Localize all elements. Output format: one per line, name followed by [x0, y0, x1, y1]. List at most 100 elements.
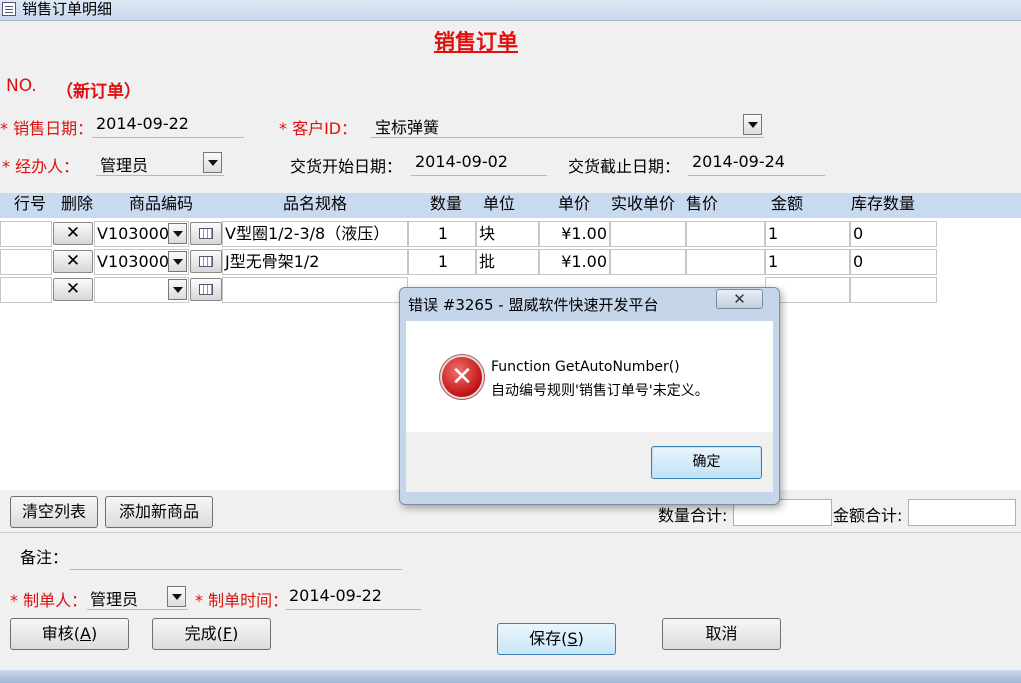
row2-actual-price[interactable]: [610, 249, 686, 275]
complete-label: 完成(F): [184, 624, 239, 643]
row2-quantity[interactable]: 1: [408, 249, 476, 275]
customer-id-value: 宝标弹簧: [375, 118, 440, 137]
row1-row-no[interactable]: [0, 221, 52, 247]
row2-unit[interactable]: 批: [476, 249, 539, 275]
remarks-field[interactable]: [70, 545, 402, 570]
row2-quantity-value: 1: [437, 252, 449, 271]
grid-lookup-icon: [199, 228, 213, 239]
col-header-delete: 删除: [61, 194, 94, 213]
sale-date-label: * 销售日期：: [0, 119, 94, 138]
row2-product-code-value: V103000: [97, 252, 170, 271]
row2-lookup-button[interactable]: [190, 250, 222, 273]
review-button[interactable]: 审核(A): [10, 618, 129, 650]
delivery-end-label: 交货截止日期：: [568, 157, 681, 176]
row3-stock[interactable]: [850, 277, 937, 303]
row2-row-no[interactable]: [0, 249, 52, 275]
grid-lookup-icon: [199, 284, 213, 295]
window-bottom-strip: [0, 670, 1021, 683]
make-time-label: * 制单时间：: [195, 591, 289, 610]
row1-quantity-value: 1: [437, 224, 449, 243]
amount-total-label: 金额合计:: [833, 506, 903, 525]
handler-combo[interactable]: 管理员: [96, 151, 224, 176]
row1-product-code[interactable]: V103000: [94, 221, 189, 247]
handler-value: 管理员: [100, 156, 149, 175]
dialog-footer: 确定: [406, 432, 773, 492]
make-time-field[interactable]: 2014-09-22: [286, 585, 421, 610]
customer-dropdown-button[interactable]: [743, 114, 762, 135]
maker-value: 管理员: [90, 590, 139, 609]
save-label: 保存(S): [529, 629, 584, 648]
dialog-message-line1: Function GetAutoNumber(): [491, 359, 680, 375]
dialog-ok-button[interactable]: 确定: [651, 446, 762, 479]
row2-amount[interactable]: 1: [765, 249, 850, 275]
sale-date-field[interactable]: 2014-09-22: [92, 113, 244, 138]
handler-dropdown-button[interactable]: [203, 152, 222, 173]
row1-quantity[interactable]: 1: [408, 221, 476, 247]
complete-button[interactable]: 完成(F): [152, 618, 271, 650]
row2-delete-button[interactable]: ✕: [53, 250, 93, 273]
row3-product-code[interactable]: [94, 277, 189, 303]
maker-combo[interactable]: 管理员: [87, 585, 188, 610]
delivery-end-value: 2014-09-24: [692, 152, 785, 171]
row3-code-dropdown[interactable]: [168, 279, 187, 300]
row2-code-dropdown[interactable]: [168, 251, 187, 272]
col-header-amount: 金额: [771, 194, 804, 213]
dialog-body: ✕ Function GetAutoNumber() 自动编号规则'销售订单号'…: [406, 321, 773, 432]
row1-delete-button[interactable]: ✕: [53, 222, 93, 245]
customer-id-combo[interactable]: 宝标弹簧: [370, 113, 764, 138]
row2-unit-price-value: ¥1.00: [561, 252, 607, 271]
row2-sale-price[interactable]: [686, 249, 765, 275]
review-label: 审核(A): [41, 624, 98, 643]
delivery-start-label: 交货开始日期：: [290, 157, 403, 176]
row2-unit-price[interactable]: ¥1.00: [539, 249, 610, 275]
dialog-close-button[interactable]: ✕: [716, 289, 763, 309]
sale-date-value: 2014-09-22: [96, 114, 189, 133]
amount-total-field[interactable]: [908, 499, 1016, 526]
row1-actual-price[interactable]: [610, 221, 686, 247]
close-icon: ✕: [733, 290, 746, 308]
col-header-unit: 单位: [483, 194, 516, 213]
col-header-name-spec: 品名规格: [283, 194, 348, 213]
row3-name-spec[interactable]: [222, 277, 408, 303]
maker-dropdown-button[interactable]: [167, 586, 186, 607]
row1-amount[interactable]: 1: [765, 221, 850, 247]
row3-lookup-button[interactable]: [190, 278, 222, 301]
clear-list-button[interactable]: 清空列表: [10, 496, 98, 528]
dialog-title: 错误 #3265 - 盟威软件快速开发平台: [408, 296, 659, 314]
row1-stock[interactable]: 0: [850, 221, 937, 247]
row2-product-code[interactable]: V103000: [94, 249, 189, 275]
col-header-stock: 库存数量: [851, 194, 916, 213]
add-product-button[interactable]: 添加新商品: [105, 496, 213, 528]
delivery-end-field[interactable]: 2014-09-24: [688, 151, 825, 176]
row1-name-spec[interactable]: V型圈1/2-3/8（液压）: [222, 221, 408, 247]
col-header-product-code: 商品编码: [129, 194, 194, 213]
row1-unit-price-value: ¥1.00: [561, 224, 607, 243]
cancel-button[interactable]: 取消: [662, 618, 781, 650]
row1-sale-price[interactable]: [686, 221, 765, 247]
row1-lookup-button[interactable]: [190, 222, 222, 245]
make-time-value: 2014-09-22: [289, 586, 382, 605]
col-header-actual-price: 实收单价: [611, 194, 676, 213]
row2-name-spec[interactable]: J型无骨架1/2: [222, 249, 408, 275]
row1-code-dropdown[interactable]: [168, 223, 187, 244]
row1-unit-price[interactable]: ¥1.00: [539, 221, 610, 247]
remarks-label: 备注：: [20, 548, 69, 567]
col-header-quantity: 数量: [430, 194, 463, 213]
form-heading: 销售订单: [434, 30, 518, 54]
customer-id-label: * 客户ID：: [279, 119, 358, 138]
row3-row-no[interactable]: [0, 277, 52, 303]
delivery-start-value: 2014-09-02: [415, 152, 508, 171]
delivery-start-field[interactable]: 2014-09-02: [411, 151, 547, 176]
row3-delete-button[interactable]: ✕: [53, 278, 93, 301]
save-button[interactable]: 保存(S): [497, 623, 616, 655]
col-header-sale-price: 售价: [686, 194, 719, 213]
row1-unit[interactable]: 块: [476, 221, 539, 247]
form-icon: [2, 2, 16, 16]
dialog-message-line2: 自动编号规则'销售订单号'未定义。: [491, 383, 709, 399]
grid-lookup-icon: [199, 256, 213, 267]
order-no-value: （新订单）: [56, 82, 141, 102]
col-header-row-no: 行号: [14, 194, 47, 213]
window-title: 销售订单明细: [22, 0, 113, 18]
window-titlebar: 销售订单明细: [0, 0, 1021, 21]
row2-stock[interactable]: 0: [850, 249, 937, 275]
